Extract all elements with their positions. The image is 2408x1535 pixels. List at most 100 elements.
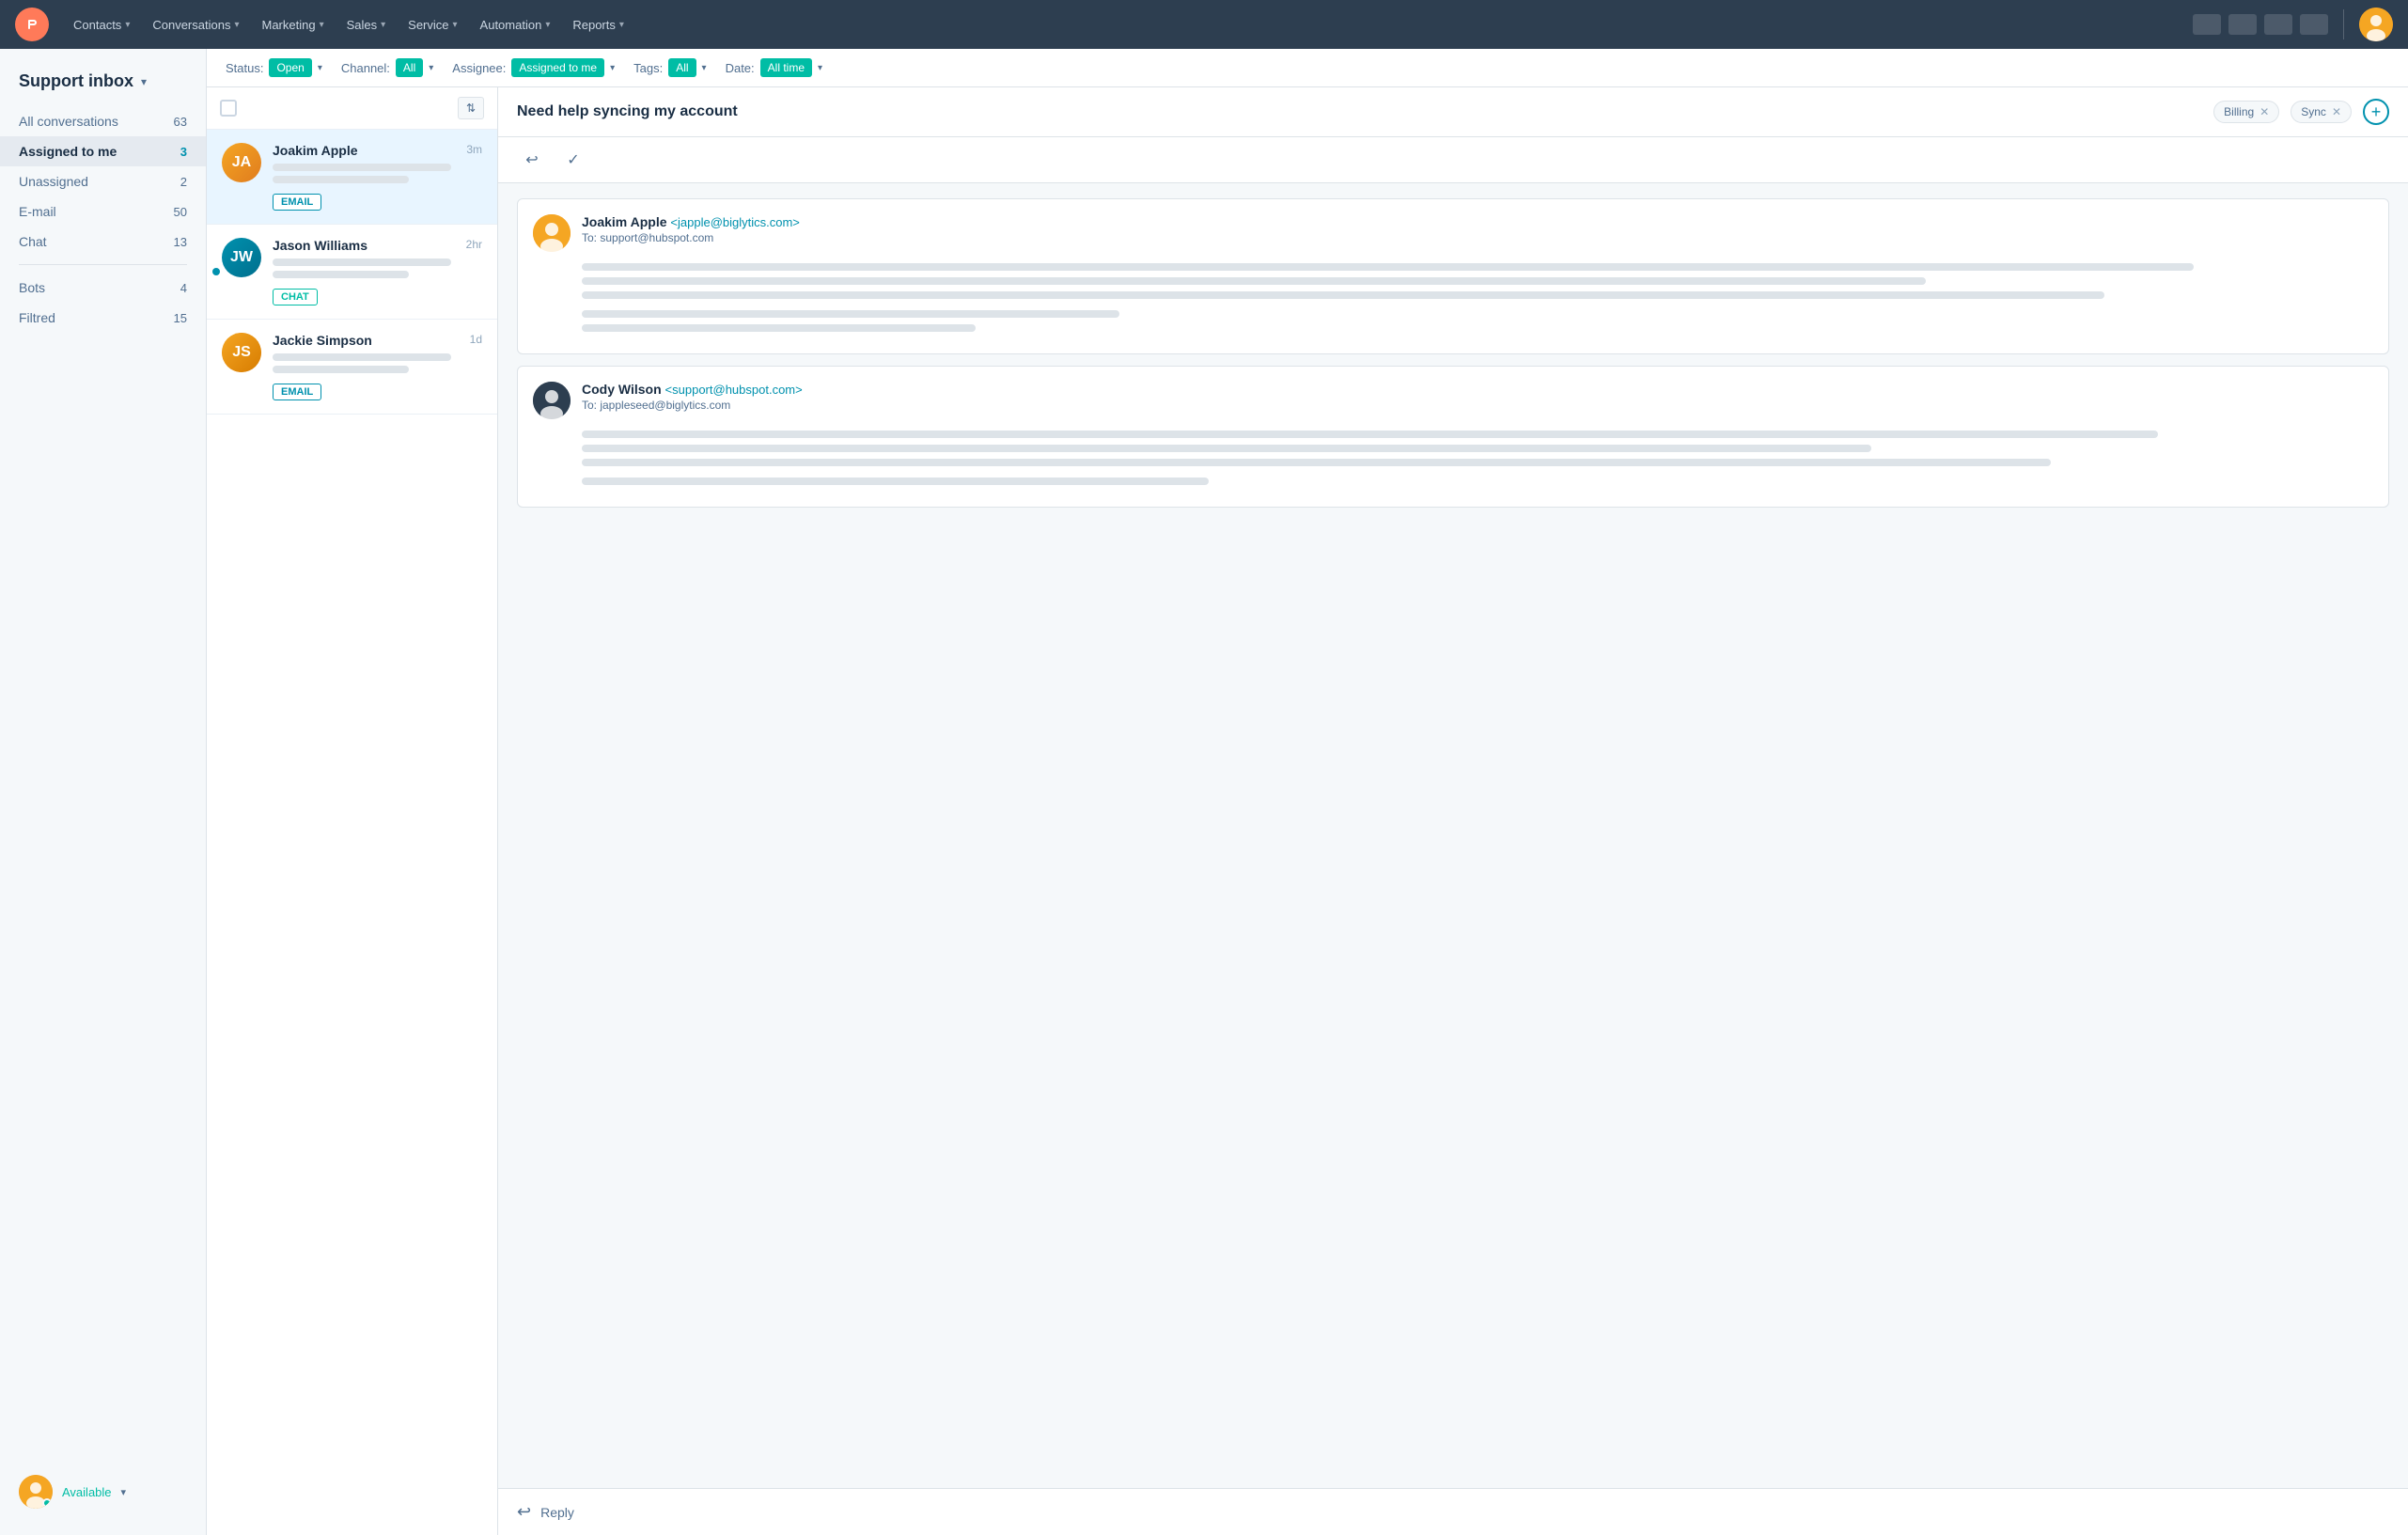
filter-status-value[interactable]: Open: [269, 58, 311, 77]
conv-tag-email-joakim: EMAIL: [273, 194, 321, 211]
nav-service[interactable]: Service ▾: [399, 12, 466, 38]
nav-automation[interactable]: Automation ▾: [471, 12, 560, 38]
add-tag-button[interactable]: +: [2363, 99, 2389, 125]
message-header-cody: Cody Wilson <support@hubspot.com> To: ja…: [533, 382, 2373, 419]
conv-name-jackie: Jackie Simpson: [273, 333, 372, 348]
nav-items: Contacts ▾ Conversations ▾ Marketing ▾ S…: [64, 12, 2193, 38]
nav-reports[interactable]: Reports ▾: [563, 12, 633, 38]
sidebar-item-unassigned[interactable]: Unassigned 2: [0, 166, 206, 196]
message-card-cody: Cody Wilson <support@hubspot.com> To: ja…: [517, 366, 2389, 508]
chevron-down-icon[interactable]: ▾: [141, 75, 147, 88]
filter-tags-value[interactable]: All: [668, 58, 696, 77]
msg-line: [582, 324, 976, 332]
chevron-down-icon[interactable]: ▾: [702, 63, 707, 73]
msg-meta-cody: Cody Wilson <support@hubspot.com> To: ja…: [582, 382, 803, 412]
nav-contacts[interactable]: Contacts ▾: [64, 12, 139, 38]
filter-assignee-label: Assignee:: [452, 61, 506, 75]
msg-meta-joakim: Joakim Apple <japple@biglytics.com> To: …: [582, 214, 800, 244]
conv-preview-line-1: [273, 164, 451, 171]
msg-to-cody: To: jappleseed@biglytics.com: [582, 399, 803, 412]
sort-icon: ⇅: [466, 102, 476, 115]
filter-channel-value[interactable]: All: [396, 58, 423, 77]
conv-content-jackie: Jackie Simpson 1d EMAIL: [273, 333, 482, 400]
nav-right-actions: [2193, 8, 2393, 41]
sidebar-item-assigned-to-me[interactable]: Assigned to me 3: [0, 136, 206, 166]
sidebar-item-chat[interactable]: Chat 13: [0, 227, 206, 257]
conv-tag-chat-jason: CHAT: [273, 289, 318, 305]
sidebar-item-bots[interactable]: Bots 4: [0, 273, 206, 303]
conv-name-jason: Jason Williams: [273, 238, 367, 253]
conversation-item-jason[interactable]: JW Jason Williams 2hr CHAT: [207, 225, 497, 320]
close-icon-billing[interactable]: ✕: [2259, 105, 2269, 118]
filter-assignee: Assignee: Assigned to me ▾: [452, 58, 615, 77]
status-dot: [42, 1498, 52, 1508]
conv-time-joakim: 3m: [466, 143, 482, 156]
sidebar-item-email[interactable]: E-mail 50: [0, 196, 206, 227]
detail-header: Need help syncing my account Billing ✕ S…: [498, 87, 2408, 137]
filter-assignee-value[interactable]: Assigned to me: [511, 58, 604, 77]
nav-conversations[interactable]: Conversations ▾: [143, 12, 248, 38]
filter-date-label: Date:: [726, 61, 755, 75]
filter-channel-label: Channel:: [341, 61, 390, 75]
conv-content-jason: Jason Williams 2hr CHAT: [273, 238, 482, 305]
chevron-down-icon: ▾: [121, 1486, 127, 1498]
sort-button[interactable]: ⇅: [458, 97, 484, 119]
filter-date-value[interactable]: All time: [760, 58, 812, 77]
avatar-initials-jason: JW: [222, 238, 261, 277]
filter-status: Status: Open ▾: [226, 58, 322, 77]
conv-time-jackie: 1d: [470, 333, 482, 346]
conversation-list-header: ⇅: [207, 87, 497, 130]
nav-icon-btn-3[interactable]: [2264, 14, 2292, 35]
conv-content-joakim: Joakim Apple 3m EMAIL: [273, 143, 482, 211]
chevron-down-icon: ▾: [234, 20, 239, 30]
sidebar-item-filtred[interactable]: Filtred 15: [0, 303, 206, 333]
sidebar-item-all-conversations[interactable]: All conversations 63: [0, 106, 206, 136]
check-button[interactable]: ✓: [558, 145, 588, 175]
nav-icon-btn-2[interactable]: [2228, 14, 2257, 35]
conv-preview-line-1: [273, 258, 451, 266]
chevron-down-icon[interactable]: ▾: [429, 63, 433, 73]
conv-top-jason: Jason Williams 2hr: [273, 238, 482, 253]
nav-sales[interactable]: Sales ▾: [337, 12, 396, 38]
avatar-initials-jackie: JS: [222, 333, 261, 372]
reply-button[interactable]: Reply: [540, 1505, 574, 1520]
detail-tag-sync: Sync ✕: [2291, 101, 2352, 123]
msg-avatar-cody: [533, 382, 571, 419]
hubspot-logo[interactable]: [15, 8, 49, 41]
chevron-down-icon: ▾: [453, 20, 458, 30]
user-avatar[interactable]: [2359, 8, 2393, 41]
chevron-down-icon[interactable]: ▾: [610, 63, 615, 73]
select-all-checkbox[interactable]: [220, 100, 237, 117]
unread-indicator: [212, 268, 220, 275]
filter-tags-label: Tags:: [633, 61, 663, 75]
nav-divider: [2343, 9, 2344, 39]
nav-icon-btn-1[interactable]: [2193, 14, 2221, 35]
conv-preview-line-1: [273, 353, 451, 361]
main-layout: Support inbox ▾ All conversations 63 Ass…: [0, 49, 2408, 1535]
chevron-down-icon[interactable]: ▾: [318, 63, 322, 73]
msg-sender-cody: Cody Wilson <support@hubspot.com>: [582, 382, 803, 397]
availability-status: Available: [62, 1485, 112, 1499]
msg-line: [582, 310, 1119, 318]
chevron-down-icon: ▾: [545, 20, 550, 30]
filter-date: Date: All time ▾: [726, 58, 822, 77]
conversation-item-jackie[interactable]: JS Jackie Simpson 1d EMAIL: [207, 320, 497, 415]
detail-footer: ↩ Reply: [498, 1488, 2408, 1535]
conv-time-jason: 2hr: [466, 238, 482, 251]
conversation-item-joakim[interactable]: JA Joakim Apple 3m EMAIL: [207, 130, 497, 225]
conv-tag-email-jackie: EMAIL: [273, 384, 321, 400]
detail-panel: Need help syncing my account Billing ✕ S…: [498, 87, 2408, 1535]
chevron-down-icon: ▾: [381, 20, 385, 30]
msg-body-joakim: [533, 263, 2373, 332]
conversation-list-body: JA Joakim Apple 3m EMAIL: [207, 130, 497, 1535]
chevron-down-icon[interactable]: ▾: [818, 63, 822, 73]
close-icon-sync[interactable]: ✕: [2332, 105, 2341, 118]
reply-back-button[interactable]: ↩: [517, 145, 547, 175]
msg-line: [582, 277, 1926, 285]
nav-marketing[interactable]: Marketing ▾: [252, 12, 333, 38]
nav-icon-btn-4[interactable]: [2300, 14, 2328, 35]
msg-line: [582, 263, 2194, 271]
detail-messages: Joakim Apple <japple@biglytics.com> To: …: [498, 183, 2408, 1488]
sidebar-footer[interactable]: Available ▾: [0, 1464, 206, 1520]
filter-status-label: Status:: [226, 61, 263, 75]
